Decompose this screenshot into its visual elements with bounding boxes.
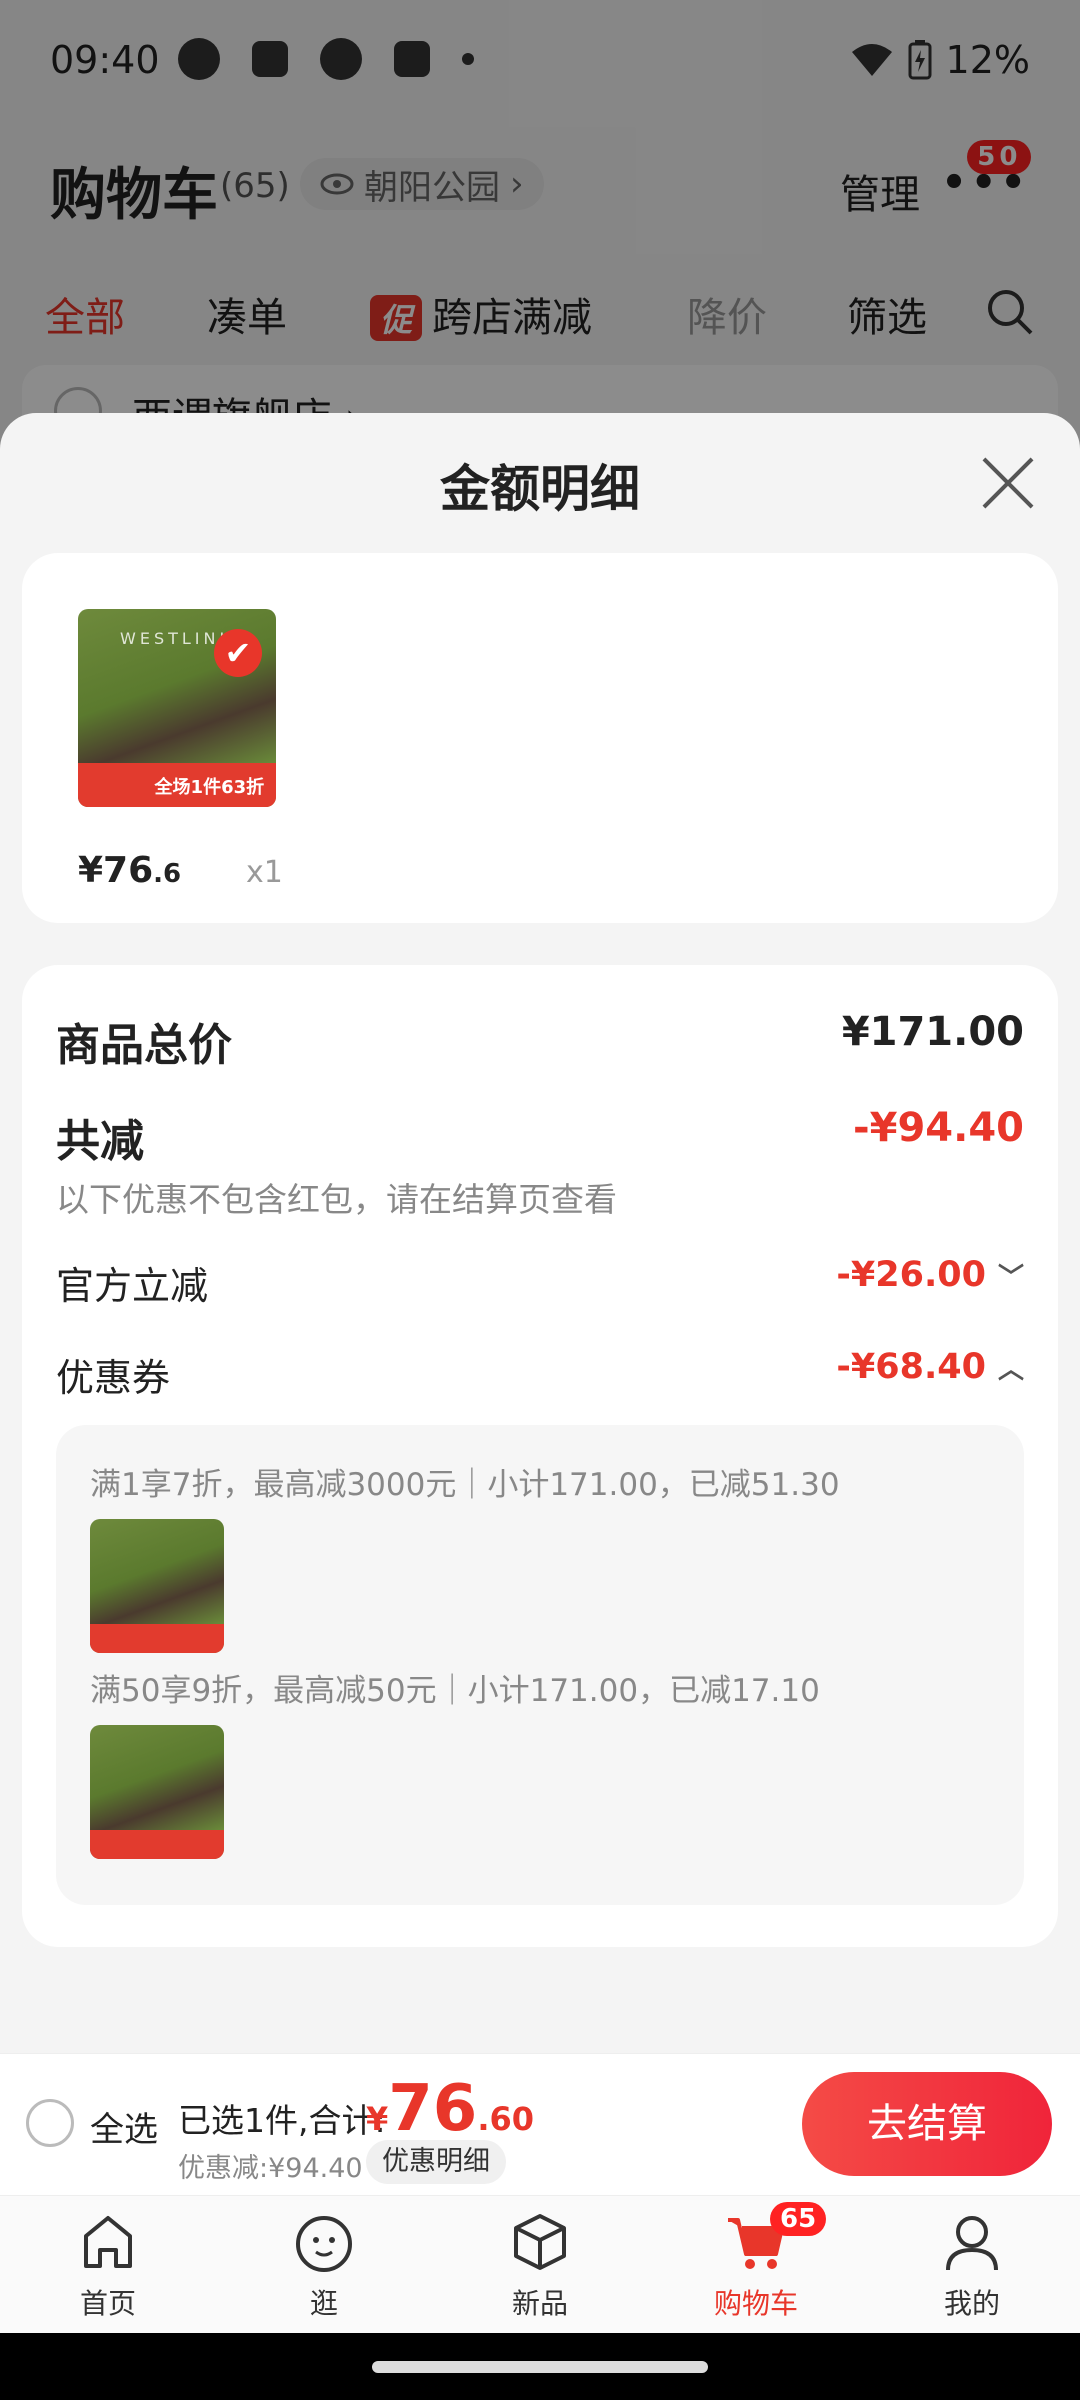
thumb-banner <box>90 1623 224 1653</box>
nav-home-label: 首页 <box>79 2287 136 2320</box>
gesture-bar <box>0 2333 1080 2400</box>
checkout-bar: 全选 已选1件,合计: ¥76.60 优惠减:¥94.40 优惠明细 去结算 <box>0 2053 1080 2195</box>
nav-cart-label: 购物车 <box>713 2287 798 2320</box>
coupon-line: 满1享7折，最高减3000元｜小计171.00，已减51.30 <box>90 1467 840 1503</box>
nav-new-label: 新品 <box>511 2287 568 2320</box>
total-label: 商品总价 <box>56 1020 232 1071</box>
checkout-total: ¥76.60 <box>366 2072 534 2146</box>
item-quantity: x1 <box>246 855 283 890</box>
total-decimal: .60 <box>477 2100 535 2138</box>
bottom-nav: 首页 逛 新品 65 购物车 我的 <box>0 2195 1080 2333</box>
total-main: 76 <box>388 2072 478 2146</box>
official-label: 官方立减 <box>56 1264 209 1308</box>
thumb-banner <box>90 1829 224 1859</box>
nav-me[interactable]: 我的 <box>902 2210 1042 2322</box>
selected-check-icon: ✔ <box>214 629 262 677</box>
item-price-decimal: .6 <box>153 859 182 889</box>
price-breakdown-card: 商品总价 ¥171.00 共减 -¥94.40 以下优惠不包含红包，请在结算页查… <box>22 965 1058 1947</box>
select-all-label[interactable]: 全选 <box>90 2102 158 2151</box>
browse-icon <box>296 2216 352 2272</box>
reduce-note: 以下优惠不包含红包，请在结算页查看 <box>56 1180 617 1219</box>
reduce-label: 共减 <box>56 1116 144 1167</box>
nav-home[interactable]: 首页 <box>38 2210 178 2322</box>
chevron-up-icon: ︿ <box>997 1355 1024 1385</box>
nav-new[interactable]: 新品 <box>470 2210 610 2322</box>
close-icon[interactable] <box>980 455 1036 511</box>
cart-badge: 65 <box>770 2202 827 2236</box>
amount-detail-sheet: 金额明细 WESTLINK 全场1件63折 ✔ ¥76.6 x1 商品总价 ¥1… <box>0 413 1080 2053</box>
sheet-title: 金额明细 <box>440 460 640 518</box>
product-thumbnail: WESTLINK 全场1件63折 ✔ <box>78 609 276 807</box>
coupon-label: 优惠券 <box>56 1356 171 1400</box>
nav-browse-label: 逛 <box>309 2287 338 2320</box>
box-icon <box>514 2214 566 2270</box>
official-value: -¥26.00 <box>836 1255 986 1295</box>
chevron-down-icon: ﹀ <box>997 1263 1024 1293</box>
nav-me-label: 我的 <box>943 2287 1000 2320</box>
user-icon <box>946 2216 998 2271</box>
discount-summary: 优惠减:¥94.40 <box>178 2153 363 2184</box>
coupon-product-thumbnail <box>90 1519 224 1653</box>
official-amount: -¥26.00 ﹀ <box>836 1255 1024 1295</box>
select-all-checkbox[interactable] <box>26 2099 74 2147</box>
checkout-button[interactable]: 去结算 <box>802 2072 1052 2176</box>
item-price-main: ¥76 <box>78 850 154 891</box>
discount-detail-button[interactable]: 优惠明细 <box>366 2140 506 2184</box>
nav-cart[interactable]: 65 购物车 <box>686 2202 827 2322</box>
selected-summary: 已选1件,合计: <box>178 2101 386 2140</box>
home-indicator[interactable] <box>372 2361 708 2373</box>
coupon-value: -¥68.40 <box>836 1347 986 1387</box>
thumb-banner-text: 全场1件63折 <box>154 777 265 799</box>
item-price: ¥76.6 <box>78 850 181 891</box>
coupon-detail-box: 满1享7折，最高减3000元｜小计171.00，已减51.30 满50享9折，最… <box>56 1425 1024 1905</box>
currency-symbol: ¥ <box>366 2100 389 2138</box>
total-value: ¥171.00 <box>841 1009 1024 1055</box>
coupon-product-thumbnail <box>90 1725 224 1859</box>
coupon-amount: -¥68.40 ︿ <box>836 1347 1024 1387</box>
nav-browse[interactable]: 逛 <box>254 2210 394 2322</box>
item-card: WESTLINK 全场1件63折 ✔ ¥76.6 x1 <box>22 553 1058 923</box>
reduce-value: -¥94.40 <box>853 1105 1024 1151</box>
home-icon <box>84 2216 132 2268</box>
coupon-line: 满50享9折，最高减50元｜小计171.00，已减17.10 <box>90 1673 820 1709</box>
